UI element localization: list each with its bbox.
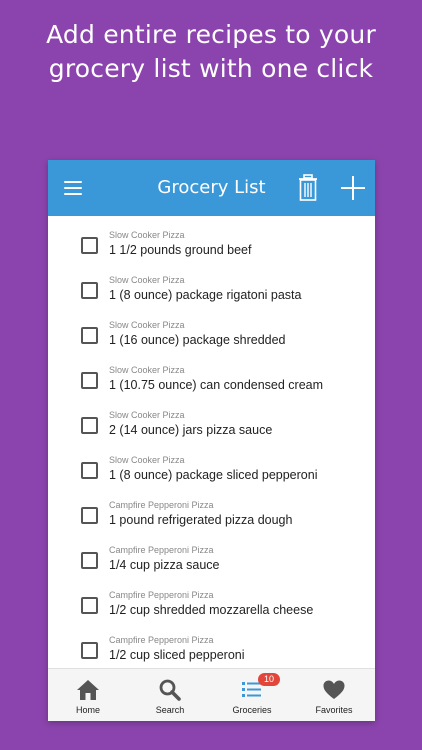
item-text: 1 (10.75 ounce) can condensed cream xyxy=(109,378,324,392)
item-checkbox[interactable] xyxy=(81,552,98,569)
app-screen: Grocery List Slow Cooker Pizza 1 1/2 pou… xyxy=(48,160,375,721)
list-item[interactable]: Slow Cooker Pizza 1 (8 ounce) package sl… xyxy=(48,441,375,486)
item-text: 1 (8 ounce) package rigatoni pasta xyxy=(109,288,302,302)
list-item[interactable]: Slow Cooker Pizza 1 1/2 pounds ground be… xyxy=(48,216,375,261)
home-icon xyxy=(76,679,100,701)
grocery-list: Slow Cooker Pizza 1 1/2 pounds ground be… xyxy=(48,216,375,668)
nav-home-label: Home xyxy=(75,705,100,715)
item-checkbox[interactable] xyxy=(81,237,98,254)
item-checkbox[interactable] xyxy=(81,372,98,389)
item-checkbox[interactable] xyxy=(81,462,98,479)
nav-search[interactable]: Search xyxy=(130,669,210,721)
item-text: 1/2 cup sliced pepperoni xyxy=(109,648,245,662)
item-checkbox[interactable] xyxy=(81,327,98,344)
nav-home[interactable]: Home xyxy=(48,669,128,721)
item-text: 1 (8 ounce) package sliced pepperoni xyxy=(109,468,318,482)
list-item[interactable]: Campfire Pepperoni Pizza 1/2 cup shredde… xyxy=(48,576,375,621)
list-item[interactable]: Campfire Pepperoni Pizza 1 pound refrige… xyxy=(48,486,375,531)
app-bar: Grocery List xyxy=(48,160,375,216)
nav-groceries-label: Groceries xyxy=(232,705,272,715)
list-item[interactable]: Slow Cooker Pizza 1 (16 ounce) package s… xyxy=(48,306,375,351)
item-text: 1/2 cup shredded mozzarella cheese xyxy=(109,603,314,617)
heart-icon xyxy=(322,679,346,701)
item-text: 2 (14 ounce) jars pizza sauce xyxy=(109,423,273,437)
item-source: Slow Cooker Pizza xyxy=(109,320,185,330)
item-source: Slow Cooker Pizza xyxy=(109,410,185,420)
item-text: 1 (16 ounce) package shredded xyxy=(109,333,286,347)
item-source: Slow Cooker Pizza xyxy=(109,455,185,465)
nav-groceries[interactable]: 10 Groceries xyxy=(212,669,292,721)
item-text: 1 pound refrigerated pizza dough xyxy=(109,513,293,527)
page-title: Grocery List xyxy=(157,177,266,198)
nav-favorites-label: Favorites xyxy=(315,705,353,715)
item-source: Slow Cooker Pizza xyxy=(109,275,185,285)
nav-favorites[interactable]: Favorites xyxy=(294,669,374,721)
search-icon xyxy=(158,679,182,701)
promo-headline: Add entire recipes to your grocery list … xyxy=(0,18,422,86)
item-checkbox[interactable] xyxy=(81,597,98,614)
list-item[interactable]: Slow Cooker Pizza 1 (10.75 ounce) can co… xyxy=(48,351,375,396)
item-checkbox[interactable] xyxy=(81,282,98,299)
list-item[interactable]: Slow Cooker Pizza 1 (8 ounce) package ri… xyxy=(48,261,375,306)
item-source: Campfire Pepperoni Pizza xyxy=(109,500,214,510)
item-source: Campfire Pepperoni Pizza xyxy=(109,635,214,645)
list-item[interactable]: Slow Cooker Pizza 2 (14 ounce) jars pizz… xyxy=(48,396,375,441)
item-source: Slow Cooker Pizza xyxy=(109,365,185,375)
item-source: Campfire Pepperoni Pizza xyxy=(109,590,214,600)
item-checkbox[interactable] xyxy=(81,507,98,524)
list-item[interactable]: Campfire Pepperoni Pizza 1/4 cup pizza s… xyxy=(48,531,375,576)
promo-line-1: Add entire recipes to your xyxy=(46,20,376,49)
nav-search-label: Search xyxy=(155,705,185,715)
promo-line-2: grocery list with one click xyxy=(48,54,374,83)
item-source: Campfire Pepperoni Pizza xyxy=(109,545,214,555)
bottom-nav: Home Search 10 Groceries Favorites xyxy=(48,668,375,721)
item-text: 1 1/2 pounds ground beef xyxy=(109,243,252,257)
trash-icon[interactable] xyxy=(297,174,319,202)
item-checkbox[interactable] xyxy=(81,417,98,434)
item-source: Slow Cooker Pizza xyxy=(109,230,185,240)
list-item[interactable]: Campfire Pepperoni Pizza 1/2 cup sliced … xyxy=(48,621,375,666)
plus-icon[interactable] xyxy=(341,176,365,200)
item-text: 1/4 cup pizza sauce xyxy=(109,558,220,572)
groceries-count-badge: 10 xyxy=(258,673,280,686)
item-checkbox[interactable] xyxy=(81,642,98,659)
